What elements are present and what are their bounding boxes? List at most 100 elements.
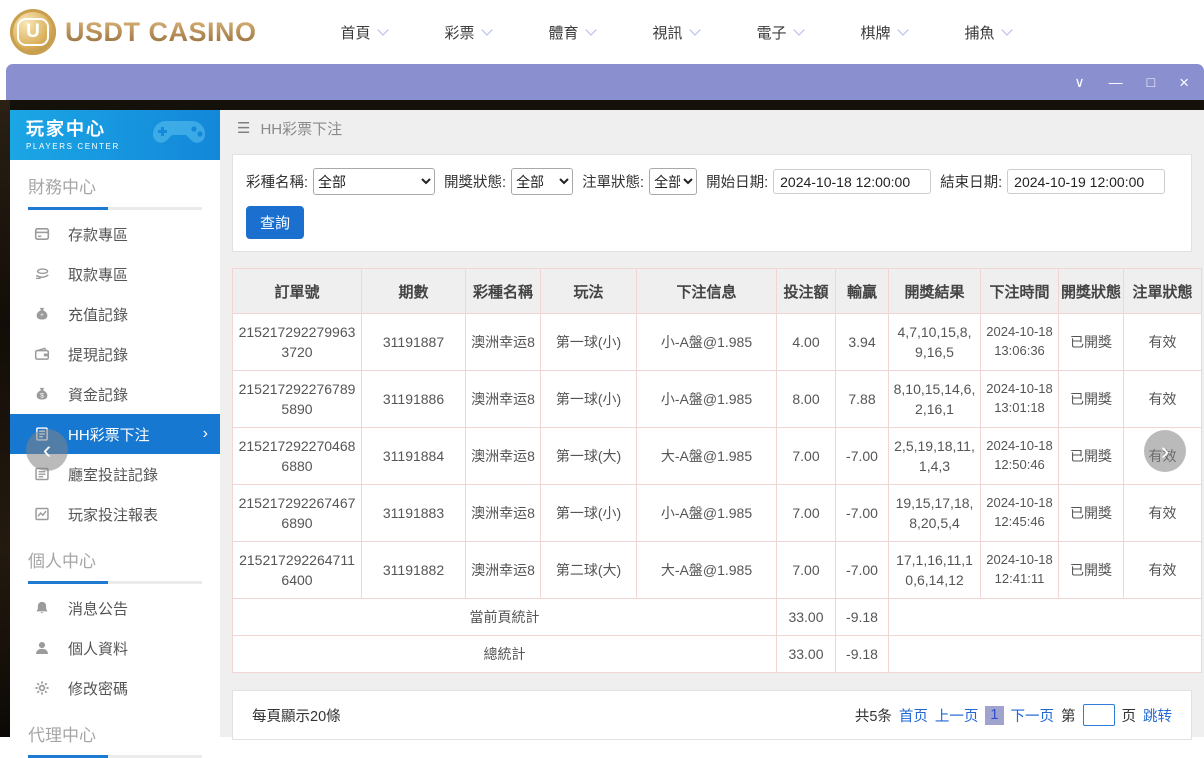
sidebar-item-label: 資金記錄 — [68, 386, 129, 404]
nav-item-首頁[interactable]: 首頁 — [312, 22, 416, 43]
announcement-icon — [34, 600, 50, 616]
sidebar-item-個人資料[interactable]: 個人資料 › — [10, 628, 220, 668]
cell: 第一球(小) — [540, 484, 637, 542]
end-date-label: 結束日期: — [940, 175, 1003, 191]
prev-page-link[interactable]: 上一页 — [935, 705, 979, 726]
fund-record-icon: $ — [34, 386, 50, 402]
cell: 7.00 — [776, 484, 836, 542]
column-header-彩種名稱: 彩種名稱 — [465, 268, 541, 314]
column-header-下注信息: 下注信息 — [636, 268, 777, 314]
sidebar-item-提現記錄[interactable]: 提現記錄 › — [10, 334, 220, 374]
nav-item-棋牌[interactable]: 棋牌 — [832, 22, 936, 43]
recharge-record-icon: + — [34, 306, 50, 322]
cell: 澳洲幸运8 — [465, 370, 541, 428]
nav-item-彩票[interactable]: 彩票 — [416, 22, 520, 43]
nav-item-label: 捕魚 — [964, 24, 995, 42]
column-header-下注時間: 下注時間 — [980, 268, 1059, 314]
cell: -7.00 — [835, 427, 889, 485]
sidebar-item-label: 存款專區 — [68, 226, 129, 244]
jump-page-input[interactable] — [1082, 704, 1115, 726]
summary-label: 總統計 — [232, 635, 777, 673]
window-close-icon[interactable]: × — [1179, 74, 1189, 91]
brand-coin-icon: U — [10, 9, 56, 55]
cell: 4.00 — [776, 313, 836, 371]
nav-item-捕魚[interactable]: 捕魚 — [936, 22, 1040, 43]
draw-status-label: 開獎狀態: — [444, 175, 507, 191]
cell: 2024-10-18 13:01:18 — [980, 370, 1059, 428]
sidebar-item-資金記錄[interactable]: $ 資金記錄 › — [10, 374, 220, 414]
summary-win-loss: -9.18 — [835, 598, 889, 636]
cell: 8.00 — [776, 370, 836, 428]
sidebar-item-充值記錄[interactable]: + 充值記錄 › — [10, 294, 220, 334]
cell: 2024-10-18 12:41:11 — [980, 541, 1059, 599]
cell: 已開獎 — [1058, 313, 1124, 371]
sidebar-item-存款專區[interactable]: 存款專區 › — [10, 214, 220, 254]
cell: 澳洲幸运8 — [465, 484, 541, 542]
summary-bet-total: 33.00 — [776, 635, 836, 673]
sidebar-item-label: 消息公告 — [68, 600, 129, 618]
nav-item-label: 棋牌 — [860, 24, 891, 42]
nav-item-電子[interactable]: 電子 — [728, 22, 832, 43]
summary-empty — [888, 635, 1202, 673]
menu-icon[interactable]: ☰ — [237, 119, 250, 137]
desktop-backdrop-strip-left — [0, 100, 10, 737]
chevron-down-icon — [896, 24, 909, 36]
summary-label: 當前頁統計 — [232, 598, 777, 636]
cell: 7.00 — [776, 541, 836, 599]
start-date-input[interactable] — [773, 169, 932, 194]
first-page-link[interactable]: 首页 — [899, 705, 928, 726]
bets-table: 訂單號 期數 彩種名稱 玩法 下注信息 投注額 輸贏 開獎結果 下注時間 開獎狀態 注單狀態 215… — [232, 268, 1202, 673]
window-controls: ∨ — □ × — [1074, 74, 1189, 91]
bets-table-wrap: 訂單號 期數 彩種名稱 玩法 下注信息 投注額 輸贏 開獎結果 下注時間 開獎狀態 注單狀態 215… — [232, 268, 1202, 673]
cell: 小-A盤@1.985 — [636, 313, 777, 371]
chevron-down-icon — [584, 24, 597, 36]
summary-row: 當前頁統計 33.00 -9.18 — [232, 598, 1202, 636]
main-content: ☰ HH彩票下注 彩種名稱: 全部 開獎狀態: 全部 注單狀態: 全部 開始日期… — [220, 110, 1204, 740]
cell: 4,7,10,15,8,9,16,5 — [888, 313, 981, 371]
sidebar-item-label: 充值記錄 — [68, 306, 129, 324]
cell: 31191887 — [361, 313, 466, 371]
cell: 澳洲幸运8 — [465, 427, 541, 485]
current-page-badge[interactable]: 1 — [985, 705, 1004, 725]
cell: -7.00 — [835, 484, 889, 542]
scroll-right-button[interactable]: › — [1144, 430, 1186, 472]
chevron-right-icon: › — [202, 425, 208, 442]
chevron-down-icon — [376, 24, 389, 36]
sidebar-item-修改密碼[interactable]: 修改密碼 › — [10, 668, 220, 708]
cell: 有效 — [1123, 313, 1202, 371]
table-row: 2152172922767895890 31191886 澳洲幸运8 第一球(小) 小-… — [232, 370, 1202, 428]
nav-item-體育[interactable]: 體育 — [520, 22, 624, 43]
window-collapse-icon[interactable]: ∨ — [1074, 75, 1084, 89]
section-underline — [28, 581, 202, 584]
nav-item-視訊[interactable]: 視訊 — [624, 22, 728, 43]
lottery-name-select[interactable]: 全部 — [313, 168, 436, 195]
draw-status-select[interactable]: 全部 — [511, 168, 574, 195]
cell: 澳洲幸运8 — [465, 541, 541, 599]
brand-logo[interactable]: U USDT CASINO — [10, 9, 257, 55]
cell: 第二球(大) — [540, 541, 637, 599]
sidebar-item-玩家投注報表[interactable]: 玩家投注報表 › — [10, 494, 220, 534]
summary-row: 總統計 33.00 -9.18 — [232, 635, 1202, 673]
filter-panel: 彩種名稱: 全部 開獎狀態: 全部 注單狀態: 全部 開始日期: 結束日期: 查… — [232, 154, 1192, 252]
window-maximize-icon[interactable]: □ — [1147, 75, 1155, 89]
cell: 已開獎 — [1058, 427, 1124, 485]
jump-action-link[interactable]: 跳转 — [1143, 705, 1172, 726]
order-status-select[interactable]: 全部 — [649, 168, 698, 195]
column-header-投注額: 投注額 — [776, 268, 836, 314]
cell: 3.94 — [835, 313, 889, 371]
end-date-input[interactable] — [1007, 169, 1166, 194]
sidebar-collapse-button[interactable]: ‹ — [26, 429, 68, 471]
sidebar-item-消息公告[interactable]: 消息公告 › — [10, 588, 220, 628]
total-count-text: 共5条 — [854, 708, 892, 725]
window-minimize-icon[interactable]: — — [1109, 75, 1123, 89]
page-title: HH彩票下注 — [260, 120, 343, 138]
cell: 17,1,16,11,10,6,14,12 — [888, 541, 981, 599]
search-button[interactable]: 查詢 — [246, 206, 305, 239]
next-page-link[interactable]: 下一页 — [1011, 705, 1055, 726]
table-row: 2152172922704686880 31191884 澳洲幸运8 第一球(大) 大-… — [232, 427, 1202, 485]
withdrawal-record-icon — [34, 346, 50, 362]
sidebar-item-label: 廳室投註記錄 — [68, 466, 159, 484]
cell: 已開獎 — [1058, 484, 1124, 542]
table-header: 訂單號 期數 彩種名稱 玩法 下注信息 投注額 輸贏 開獎結果 下注時間 開獎狀態 注單狀態 — [232, 268, 1202, 314]
sidebar-item-取款專區[interactable]: 取款專區 › — [10, 254, 220, 294]
